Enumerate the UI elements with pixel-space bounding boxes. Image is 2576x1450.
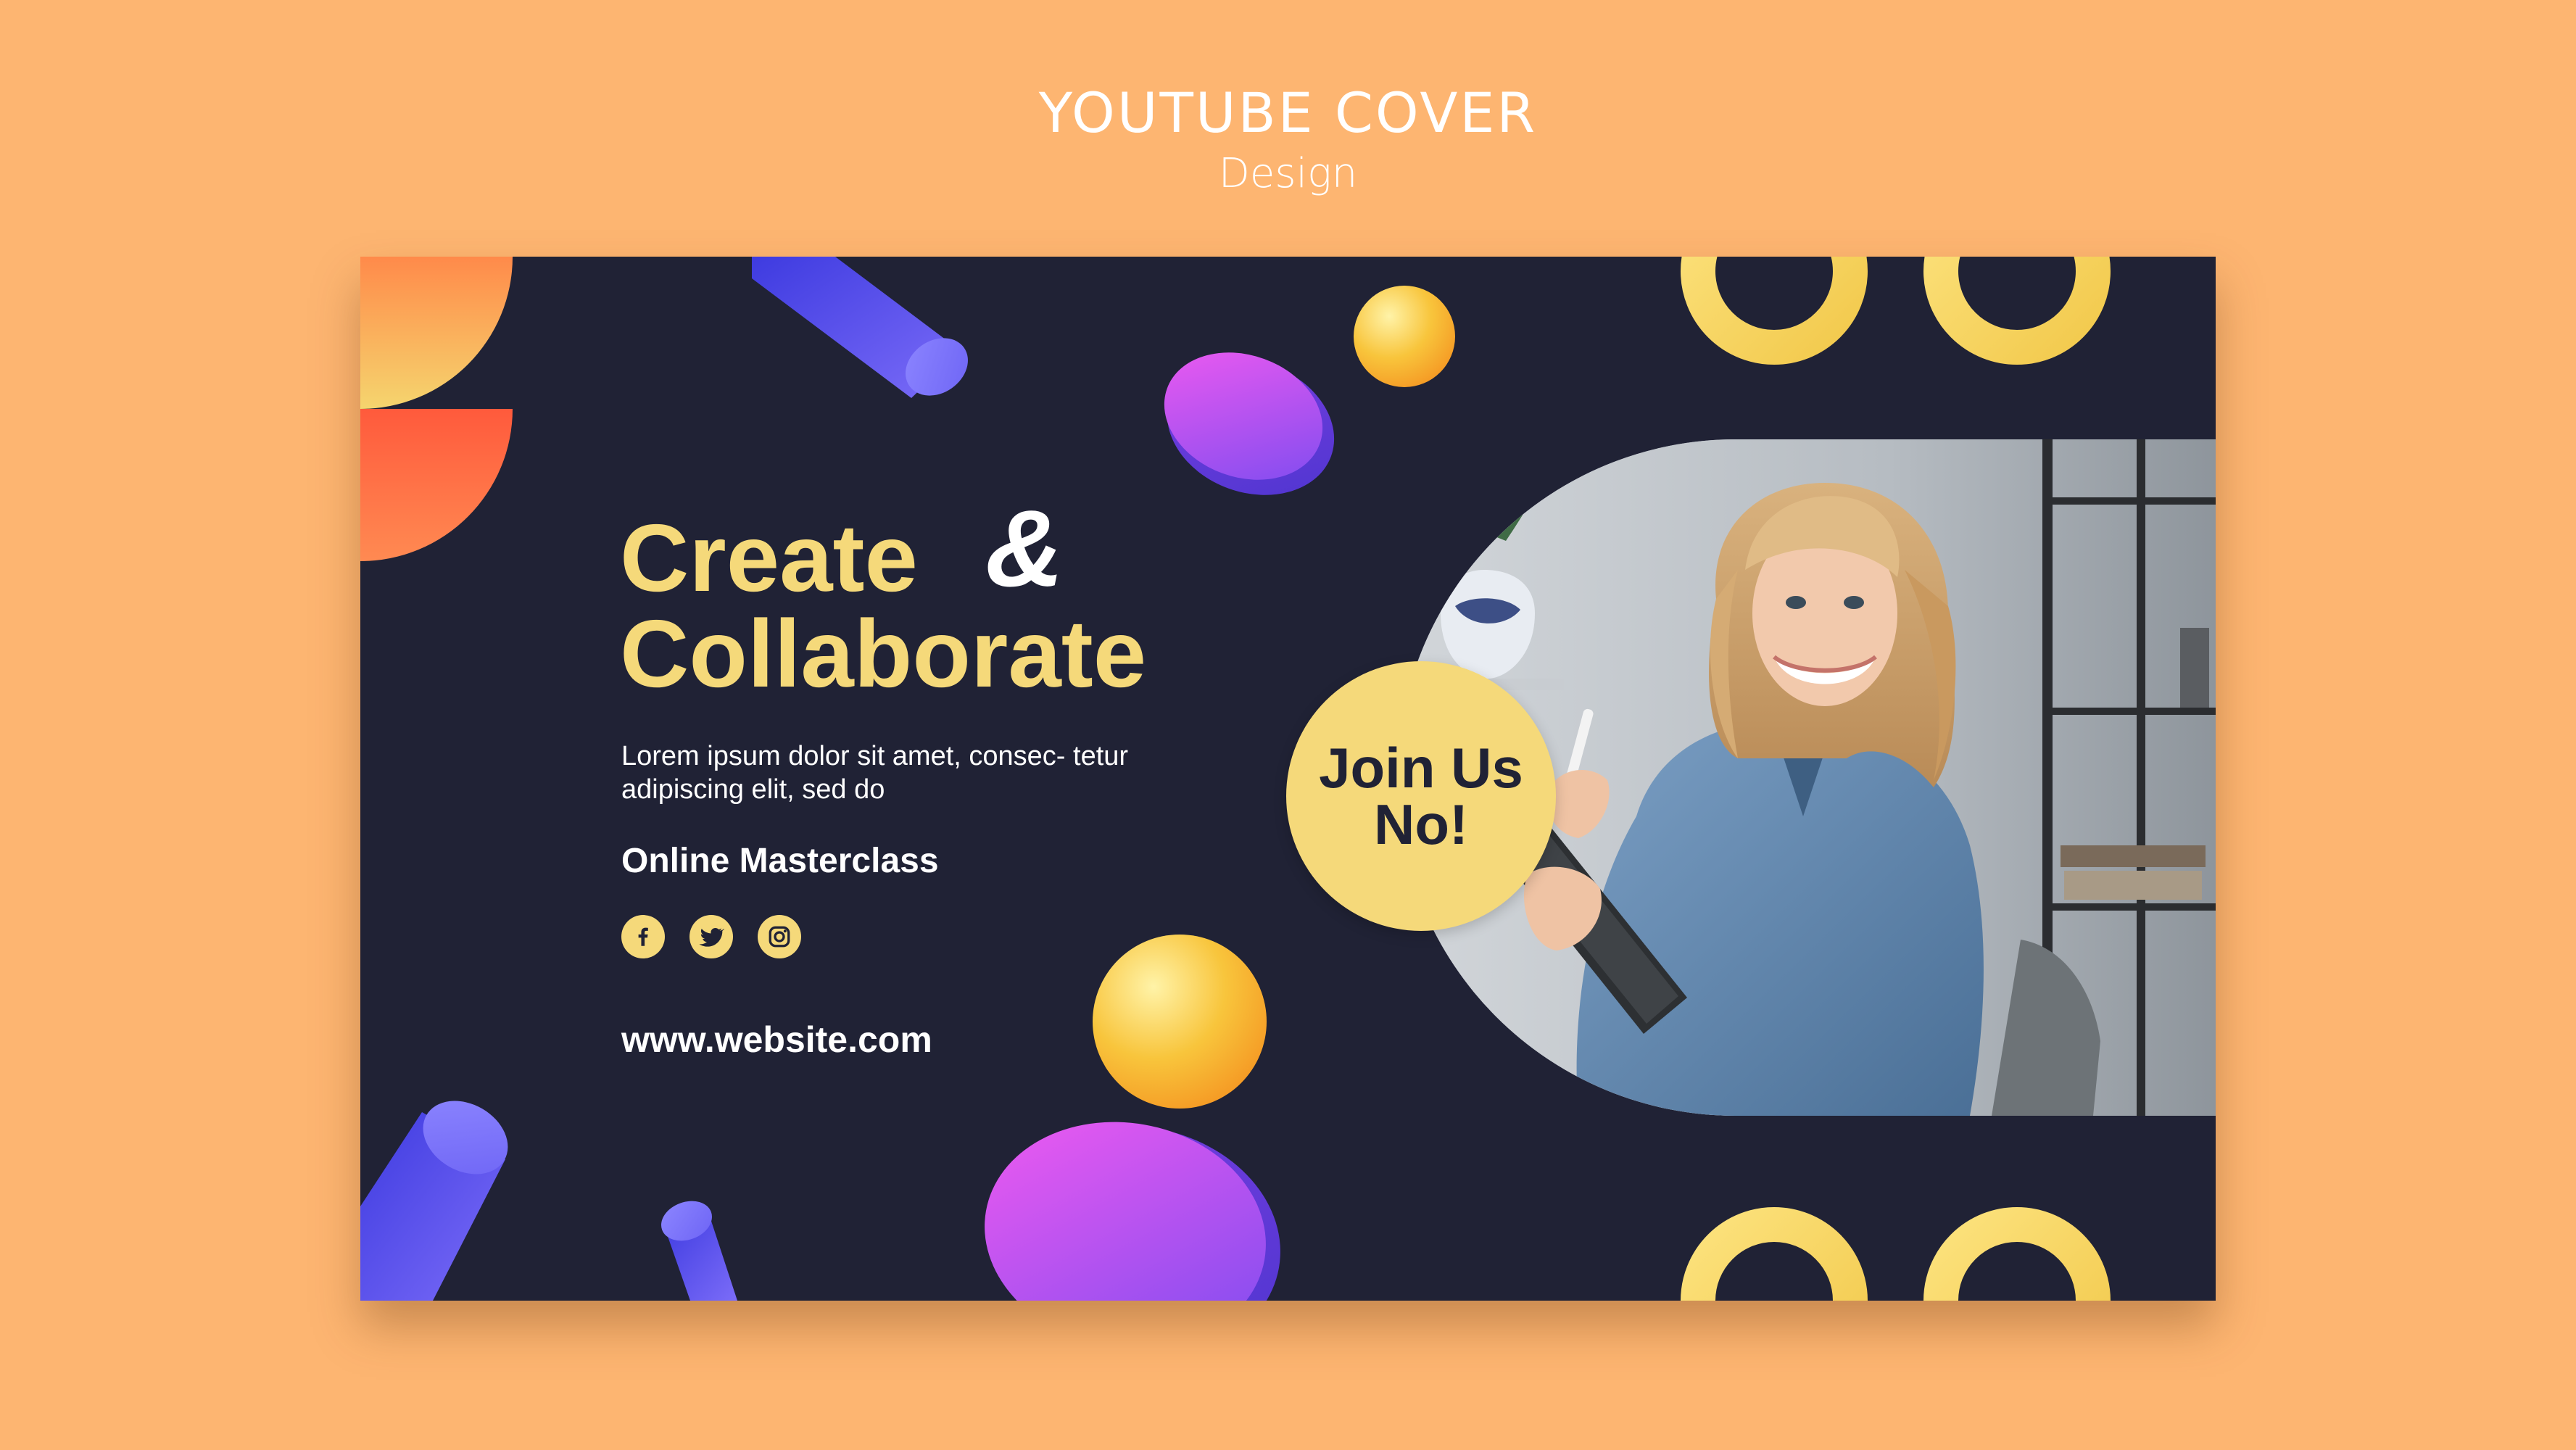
headline-collaborate: Collaborate	[620, 600, 1147, 707]
purple-disc-top	[1164, 352, 1335, 495]
top-left-semicircle-yellow	[360, 257, 513, 409]
ampersand: &	[985, 487, 1064, 609]
facebook-icon[interactable]	[621, 915, 665, 958]
join-us-badge[interactable]: Join Us No!	[1286, 661, 1556, 931]
left-semicircle-orange	[360, 409, 513, 561]
header-title: YOUTUBE COVER	[1038, 80, 1538, 145]
header-subtitle: Design	[1218, 150, 1358, 197]
blue-cylinder-bottom-small	[661, 1201, 737, 1301]
youtube-cover: Create Collaborate & Lorem ipsum dolor s…	[360, 257, 2216, 1301]
yellow-ring-top-2	[1923, 257, 2111, 365]
yellow-ball-small	[1354, 286, 1455, 387]
website-link[interactable]: www.website.com	[621, 1019, 932, 1060]
yellow-ring-top-1	[1681, 257, 1868, 365]
purple-disc-bottom	[985, 1122, 1280, 1301]
description-text: Lorem ipsum dolor sit amet, consec- tetu…	[621, 741, 1129, 805]
blue-cylinder-bottom-left	[360, 1101, 508, 1301]
masterclass-label: Online Masterclass	[621, 842, 939, 880]
social-icons	[621, 915, 801, 958]
yellow-ball-large	[1093, 935, 1267, 1109]
blue-cylinder-top	[752, 257, 968, 398]
headline: Create Collaborate	[620, 510, 1146, 702]
twitter-icon[interactable]	[689, 915, 733, 958]
headline-create: Create	[620, 505, 918, 611]
yellow-ring-bottom-1	[1681, 1207, 1868, 1301]
join-us-text: Join Us No!	[1319, 736, 1523, 856]
instagram-icon[interactable]	[758, 915, 801, 958]
yellow-ring-bottom-2	[1923, 1207, 2111, 1301]
page-header: YOUTUBE COVER Design	[0, 78, 2576, 200]
